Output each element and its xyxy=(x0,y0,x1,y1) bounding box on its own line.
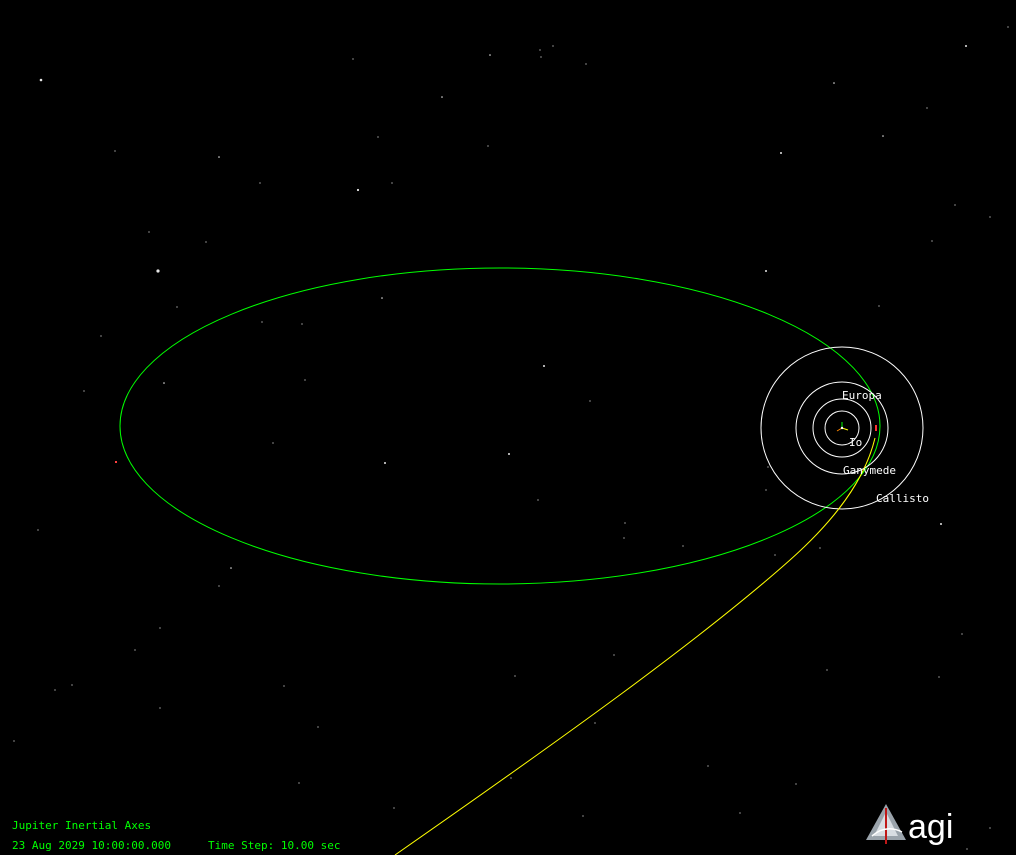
star xyxy=(795,783,797,785)
star xyxy=(938,676,940,678)
star xyxy=(13,740,15,742)
time-step-readout: Time Step: 10.00 sec xyxy=(208,839,341,852)
star xyxy=(156,269,160,273)
star xyxy=(508,453,510,455)
star xyxy=(514,675,516,677)
star xyxy=(878,305,880,307)
star xyxy=(304,379,306,381)
star xyxy=(707,765,709,767)
agi-logo-text: agi xyxy=(908,808,953,846)
star xyxy=(1007,26,1009,28)
star xyxy=(259,182,261,184)
star xyxy=(218,156,220,158)
approach-trajectory xyxy=(394,437,876,855)
star xyxy=(114,150,116,152)
star xyxy=(537,499,539,501)
star xyxy=(582,815,584,817)
star xyxy=(100,335,102,337)
star xyxy=(552,45,554,47)
star xyxy=(159,707,161,709)
star xyxy=(739,812,741,814)
moon-label-io: Io xyxy=(849,436,862,449)
star xyxy=(940,523,942,525)
star xyxy=(624,522,626,524)
star xyxy=(317,726,319,728)
moon-label-europa: Europa xyxy=(842,389,882,402)
star xyxy=(540,56,542,58)
star xyxy=(765,489,767,491)
star xyxy=(585,63,587,65)
star xyxy=(377,136,379,138)
agi-logo: agi xyxy=(864,802,974,846)
star xyxy=(384,462,386,464)
agi-logo-icon xyxy=(866,804,906,844)
star xyxy=(159,627,161,629)
star xyxy=(510,777,512,779)
star xyxy=(71,684,73,686)
star xyxy=(298,782,300,784)
star xyxy=(54,689,56,691)
star xyxy=(487,145,489,147)
star xyxy=(261,321,263,323)
star xyxy=(989,827,991,829)
star xyxy=(134,649,136,651)
star xyxy=(589,400,591,402)
star xyxy=(218,585,220,587)
star xyxy=(272,442,274,444)
star xyxy=(613,654,615,656)
star xyxy=(833,82,835,84)
star xyxy=(352,58,354,60)
star xyxy=(441,96,443,98)
star xyxy=(283,685,285,687)
star xyxy=(931,240,933,242)
star xyxy=(163,382,165,384)
star xyxy=(954,204,956,206)
star xyxy=(961,633,963,635)
star xyxy=(539,49,541,51)
star xyxy=(83,390,85,392)
star xyxy=(989,216,991,218)
star xyxy=(765,270,767,272)
star xyxy=(819,547,821,549)
star xyxy=(767,466,769,468)
star xyxy=(682,545,684,547)
star xyxy=(826,669,828,671)
scene-graphics: Europa Io Ganymede Callisto xyxy=(13,26,1009,855)
star xyxy=(594,722,596,724)
moon-label-callisto: Callisto xyxy=(876,492,929,505)
star xyxy=(37,529,39,531)
frame-label: Jupiter Inertial Axes xyxy=(12,819,152,832)
moon-label-ganymede: Ganymede xyxy=(843,464,896,477)
star xyxy=(965,45,967,47)
spacecraft-marker xyxy=(875,425,877,431)
star xyxy=(543,365,545,367)
star xyxy=(623,537,625,539)
star xyxy=(966,848,968,850)
spacecraft-orbit-ellipse xyxy=(119,267,881,585)
star xyxy=(148,231,150,233)
star xyxy=(176,306,178,308)
star xyxy=(39,78,43,82)
star xyxy=(882,135,884,137)
star xyxy=(205,241,207,243)
star xyxy=(301,323,303,325)
star xyxy=(926,107,928,109)
star xyxy=(774,554,776,556)
star xyxy=(780,152,782,154)
star xyxy=(230,567,232,569)
star xyxy=(489,54,491,56)
star xyxy=(356,188,360,192)
datetime-readout: 23 Aug 2029 10:00:00.000 xyxy=(12,839,171,852)
star xyxy=(381,297,383,299)
3d-scene-viewport[interactable]: Europa Io Ganymede Callisto Jupiter Iner… xyxy=(0,0,1016,855)
star xyxy=(393,807,395,809)
jupiter-axes-icon xyxy=(836,422,849,432)
red-marker xyxy=(115,461,117,463)
star xyxy=(391,182,393,184)
